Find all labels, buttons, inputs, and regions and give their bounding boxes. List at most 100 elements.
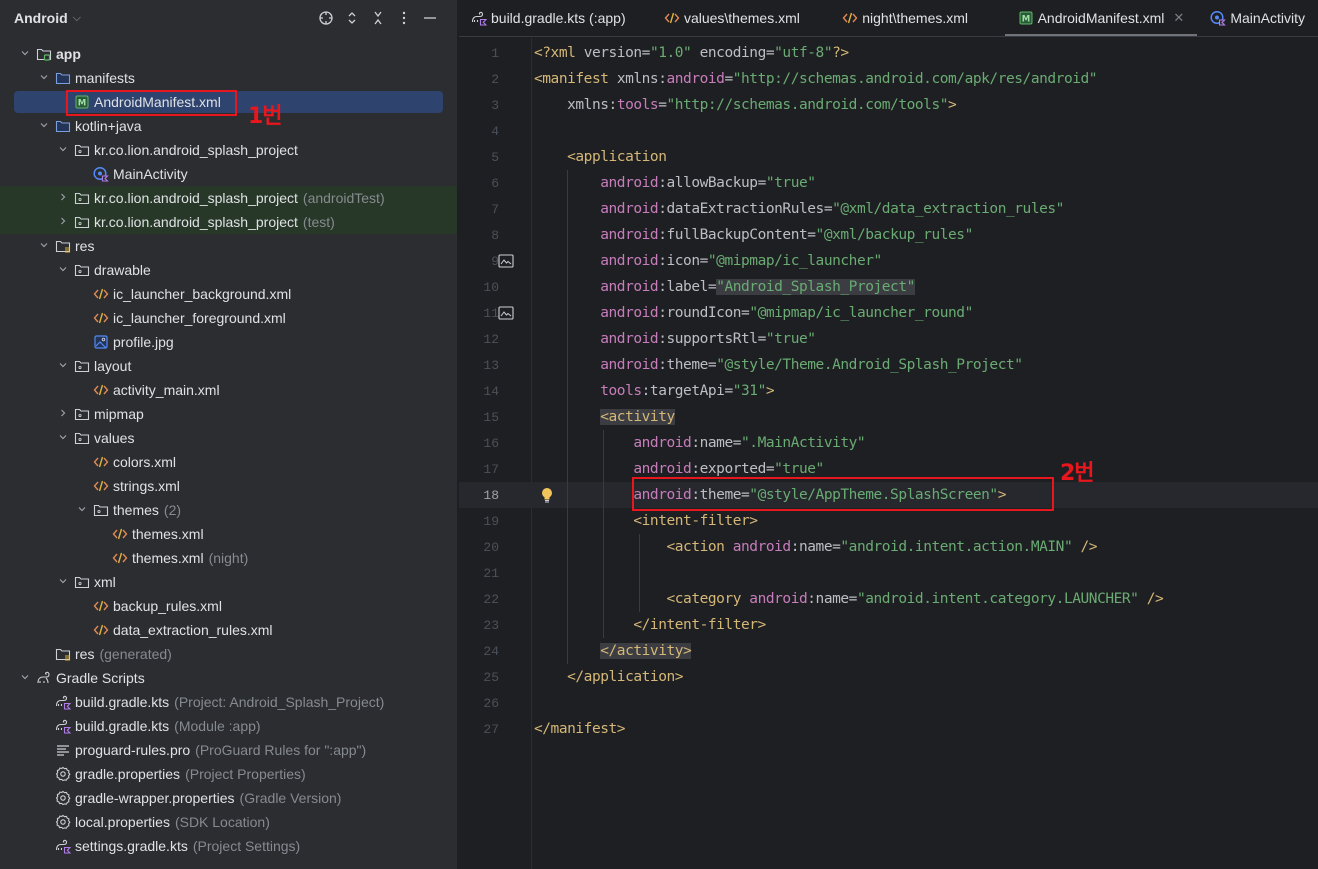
tree-item-local.properties[interactable]: local.properties (SDK Location) [0, 810, 457, 834]
line-number[interactable]: 11 [459, 306, 499, 321]
line-number[interactable]: 19 [459, 514, 499, 529]
line-number[interactable]: 18 [459, 488, 499, 503]
code-line-13[interactable]: 13 android:theme="@style/Theme.Android_S… [459, 352, 1318, 378]
tree-item-xml[interactable]: xml [0, 570, 457, 594]
tree-item-manifests[interactable]: manifests [0, 66, 457, 90]
code-line-2[interactable]: 2 <manifest xmlns:android="http://schemas… [459, 66, 1318, 92]
chevron-down-icon[interactable] [56, 360, 70, 373]
image-preview-icon[interactable] [498, 254, 514, 268]
tree-item-mipmap[interactable]: mipmap [0, 402, 457, 426]
tree-item-kotlin+java[interactable]: kotlin+java [0, 114, 457, 138]
line-number[interactable]: 27 [459, 722, 499, 737]
chevron-down-icon[interactable] [56, 144, 70, 157]
close-icon[interactable]: ✕ [1173, 10, 1184, 26]
tree-item-ic_launcher_background.xml[interactable]: ic_launcher_background.xml [0, 282, 457, 306]
line-number[interactable]: 17 [459, 462, 499, 477]
tree-item-profile.jpg[interactable]: profile.jpg [0, 330, 457, 354]
code-line-4[interactable]: 4 [459, 118, 1318, 144]
code-line-14[interactable]: 14 tools:targetApi="31"> [459, 378, 1318, 404]
tree-item-backup_rules.xml[interactable]: backup_rules.xml [0, 594, 457, 618]
line-number[interactable]: 22 [459, 592, 499, 607]
tree-item-layout[interactable]: layout [0, 354, 457, 378]
tree-item-data_extraction_rules.xml[interactable]: data_extraction_rules.xml [0, 618, 457, 642]
code-line-23[interactable]: 23 </intent-filter> [459, 612, 1318, 638]
tree-item-proguard-rules.pro[interactable]: proguard-rules.pro (ProGuard Rules for ":… [0, 738, 457, 762]
line-number[interactable]: 3 [459, 98, 499, 113]
code-line-19[interactable]: 19 <intent-filter> [459, 508, 1318, 534]
code-line-7[interactable]: 7 android:dataExtractionRules="@xml/data… [459, 196, 1318, 222]
code-line-16[interactable]: 16 android:name=".MainActivity" [459, 430, 1318, 456]
code-line-8[interactable]: 8 android:fullBackupContent="@xml/backup… [459, 222, 1318, 248]
tree-item-themes.xml[interactable]: themes.xml (night) [0, 546, 457, 570]
code-line-22[interactable]: 22 <category android:name="android.inten… [459, 586, 1318, 612]
tree-item-kr.co.lion.android_splash_project[interactable]: kr.co.lion.android_splash_project (androi… [0, 186, 457, 210]
more-options-icon[interactable] [391, 5, 417, 31]
tree-item-strings.xml[interactable]: strings.xml [0, 474, 457, 498]
line-number[interactable]: 10 [459, 280, 499, 295]
tree-item-build.gradle.kts[interactable]: build.gradle.kts (Project: Android_Splash… [0, 690, 457, 714]
chevron-down-icon[interactable] [56, 576, 70, 589]
code-line-10[interactable]: 10 android:label="Android_Splash_Project… [459, 274, 1318, 300]
code-line-3[interactable]: 3 xmlns:tools="http://schemas.android.co… [459, 92, 1318, 118]
line-number[interactable]: 16 [459, 436, 499, 451]
tree-item-ic_launcher_foreground.xml[interactable]: ic_launcher_foreground.xml [0, 306, 457, 330]
code-line-26[interactable]: 26 [459, 690, 1318, 716]
tree-item-gradle-wrapper.properties[interactable]: gradle-wrapper.properties (Gradle Version… [0, 786, 457, 810]
collapse-all-icon[interactable] [365, 5, 391, 31]
code-line-24[interactable]: 24 </activity> [459, 638, 1318, 664]
tree-item-build.gradle.kts[interactable]: build.gradle.kts (Module :app) [0, 714, 457, 738]
code-line-6[interactable]: 6 android:allowBackup="true" [459, 170, 1318, 196]
tree-item-values[interactable]: values [0, 426, 457, 450]
chevron-down-icon[interactable] [37, 72, 51, 85]
chevron-down-icon[interactable] [18, 48, 32, 61]
image-preview-icon[interactable] [498, 306, 514, 320]
code-line-18[interactable]: 18 android:theme="@style/AppTheme.Splash… [459, 482, 1318, 508]
tree-item-colors.xml[interactable]: colors.xml [0, 450, 457, 474]
code-line-21[interactable]: 21 [459, 560, 1318, 586]
tree-item-activity_main.xml[interactable]: activity_main.xml [0, 378, 457, 402]
code-line-9[interactable]: 9 android:icon="@mipmap/ic_launcher" [459, 248, 1318, 274]
chevron-down-icon[interactable] [37, 120, 51, 133]
code-line-20[interactable]: 20 <action android:name="android.intent.… [459, 534, 1318, 560]
tree-item-kr.co.lion.android_splash_project[interactable]: kr.co.lion.android_splash_project (test) [0, 210, 457, 234]
tree-item-gradle.properties[interactable]: gradle.properties (Project Properties) [0, 762, 457, 786]
code-line-17[interactable]: 17 android:exported="true" [459, 456, 1318, 482]
line-number[interactable]: 12 [459, 332, 499, 347]
chevron-down-icon[interactable]: ⌵ [73, 12, 81, 25]
line-number[interactable]: 21 [459, 566, 499, 581]
tree-item-res[interactable]: res (generated) [0, 642, 457, 666]
code-line-11[interactable]: 11 android:roundIcon="@mipmap/ic_launche… [459, 300, 1318, 326]
project-view-selector[interactable]: Android [14, 10, 68, 26]
tree-item-drawable[interactable]: drawable [0, 258, 457, 282]
line-number[interactable]: 2 [459, 72, 499, 87]
code-line-27[interactable]: 27 </manifest> [459, 716, 1318, 742]
line-number[interactable]: 20 [459, 540, 499, 555]
code-line-1[interactable]: 1 <?xml version="1.0" encoding="utf-8"?> [459, 40, 1318, 66]
line-number[interactable]: 23 [459, 618, 499, 633]
line-number[interactable]: 6 [459, 176, 499, 191]
tree-item-AndroidManifest.xml[interactable]: M AndroidManifest.xml [0, 90, 457, 114]
tab-MainActivity[interactable]: MainActivity [1197, 0, 1318, 36]
line-number[interactable]: 13 [459, 358, 499, 373]
line-number[interactable]: 25 [459, 670, 499, 685]
line-number[interactable]: 8 [459, 228, 499, 243]
chevron-right-icon[interactable] [56, 216, 70, 229]
line-number[interactable]: 9 [459, 254, 499, 269]
tab-values-themes.xml[interactable]: values\themes.xml [651, 0, 829, 36]
tree-item-res[interactable]: res [0, 234, 457, 258]
line-number[interactable]: 5 [459, 150, 499, 165]
tree-item-app[interactable]: app [0, 42, 457, 66]
code-editor[interactable]: 1 <?xml version="1.0" encoding="utf-8"?> 2… [459, 38, 1318, 869]
hide-panel-icon[interactable] [417, 5, 443, 31]
locate-icon[interactable] [313, 5, 339, 31]
code-line-25[interactable]: 25 </application> [459, 664, 1318, 690]
chevron-right-icon[interactable] [56, 408, 70, 421]
tab-AndroidManifest.xml[interactable]: M AndroidManifest.xml ✕ [1004, 0, 1198, 36]
expand-all-icon[interactable] [339, 5, 365, 31]
code-line-12[interactable]: 12 android:supportsRtl="true" [459, 326, 1318, 352]
tree-item-MainActivity[interactable]: MainActivity [0, 162, 457, 186]
line-number[interactable]: 14 [459, 384, 499, 399]
tab-build.gradle.kts---app-[interactable]: build.gradle.kts (:app) [459, 0, 651, 36]
chevron-down-icon[interactable] [75, 504, 89, 517]
code-line-5[interactable]: 5 <application [459, 144, 1318, 170]
